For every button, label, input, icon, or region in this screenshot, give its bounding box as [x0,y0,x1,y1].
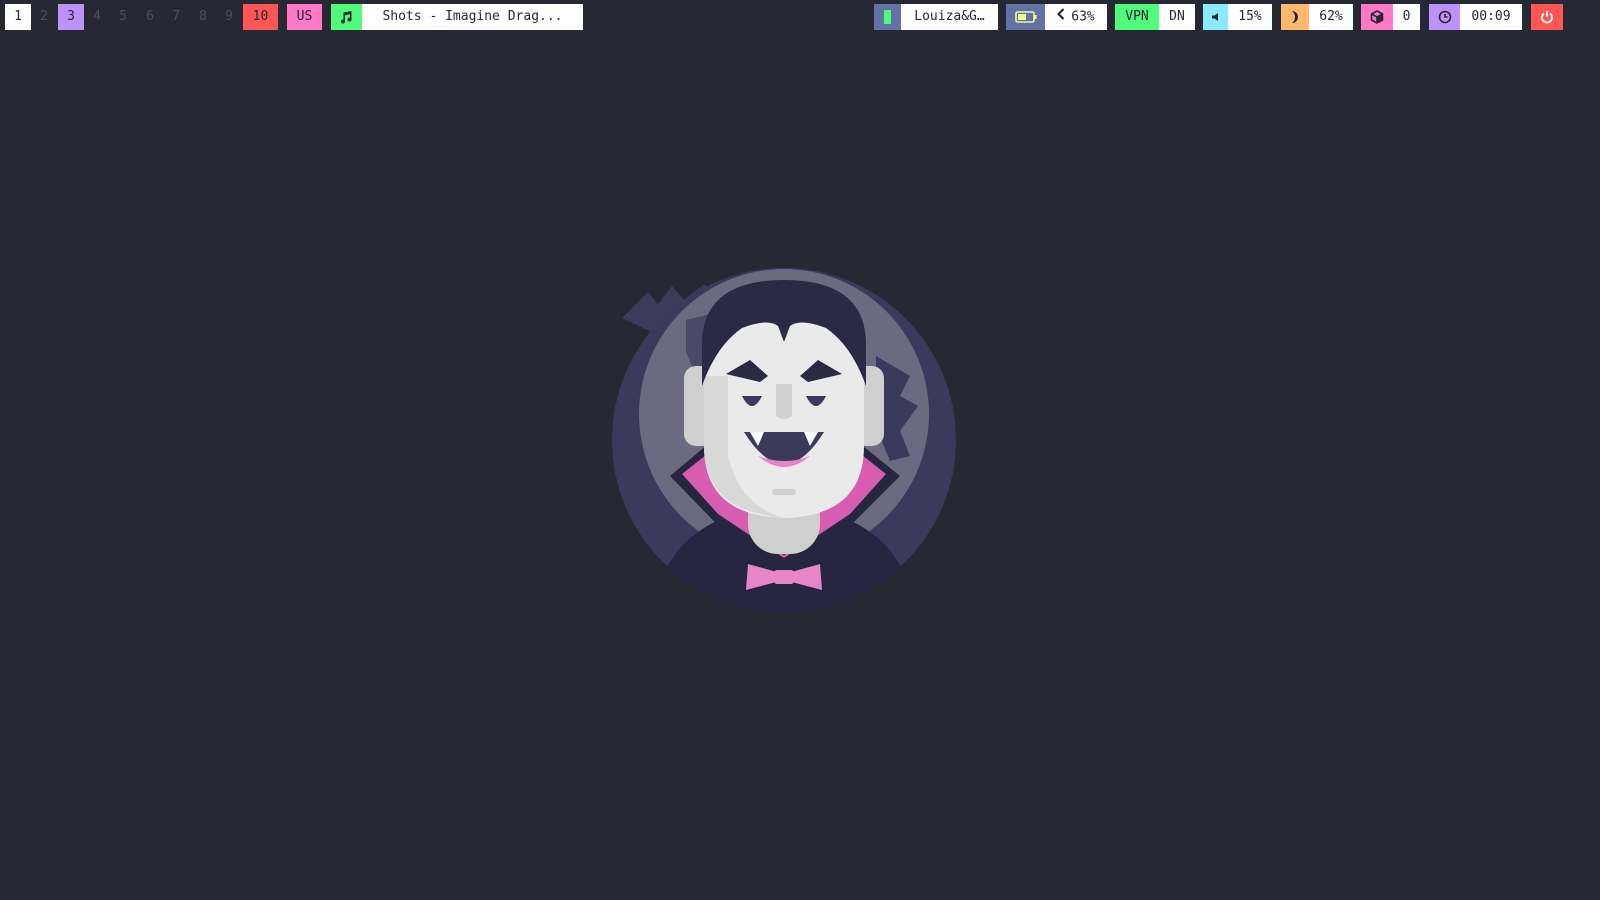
power-icon [1531,4,1563,30]
vampire-avatar-image [612,268,956,612]
volume-module[interactable]: 15% [1203,4,1272,30]
keyboard-layout-indicator[interactable]: US [287,4,322,30]
wifi-signal-icon [874,4,901,30]
clock-module[interactable]: 00:09 [1429,4,1522,30]
top-status-bar: 1 2 3 4 5 6 7 8 9 10 US Shots - Imagine … [0,0,1568,34]
battery-percentage: 63% [1071,9,1095,25]
workspace-4[interactable]: 4 [84,4,110,30]
workspace-10[interactable]: 10 [243,4,278,30]
workspace-2[interactable]: 2 [31,4,57,30]
workspace-8[interactable]: 8 [190,4,216,30]
battery-icon [1006,4,1045,30]
speaker-icon [1203,4,1228,30]
power-button[interactable] [1531,4,1563,30]
network-module[interactable]: Louiza&G… [874,4,998,30]
music-module[interactable]: Shots - Imagine Drag... [331,4,583,30]
music-title: Shots - Imagine Drag... [362,4,583,30]
vpn-module[interactable]: VPN DN [1115,4,1195,30]
updates-module[interactable]: 0 [1361,4,1420,30]
battery-module: 63% [1006,4,1107,30]
volume-value: 15% [1228,4,1272,30]
clock-icon [1429,4,1460,30]
brightness-module[interactable]: 62% [1281,4,1353,30]
brightness-value: 62% [1309,4,1353,30]
chevron-left-icon [1057,4,1065,30]
network-ssid: Louiza&G… [901,4,998,30]
workspace-7[interactable]: 7 [163,4,189,30]
clock-time: 00:09 [1460,4,1522,30]
battery-value-box: 63% [1045,4,1107,30]
workspace-1[interactable]: 1 [5,4,31,30]
package-icon [1361,4,1393,30]
vpn-state: DN [1159,4,1195,30]
updates-count: 0 [1393,4,1420,30]
music-note-icon [331,4,362,30]
workspace-6[interactable]: 6 [137,4,163,30]
workspace-3[interactable]: 3 [58,4,84,30]
moon-icon [1281,4,1309,30]
workspace-5[interactable]: 5 [110,4,136,30]
workspace-9[interactable]: 9 [216,4,242,30]
vpn-label: VPN [1115,4,1159,30]
